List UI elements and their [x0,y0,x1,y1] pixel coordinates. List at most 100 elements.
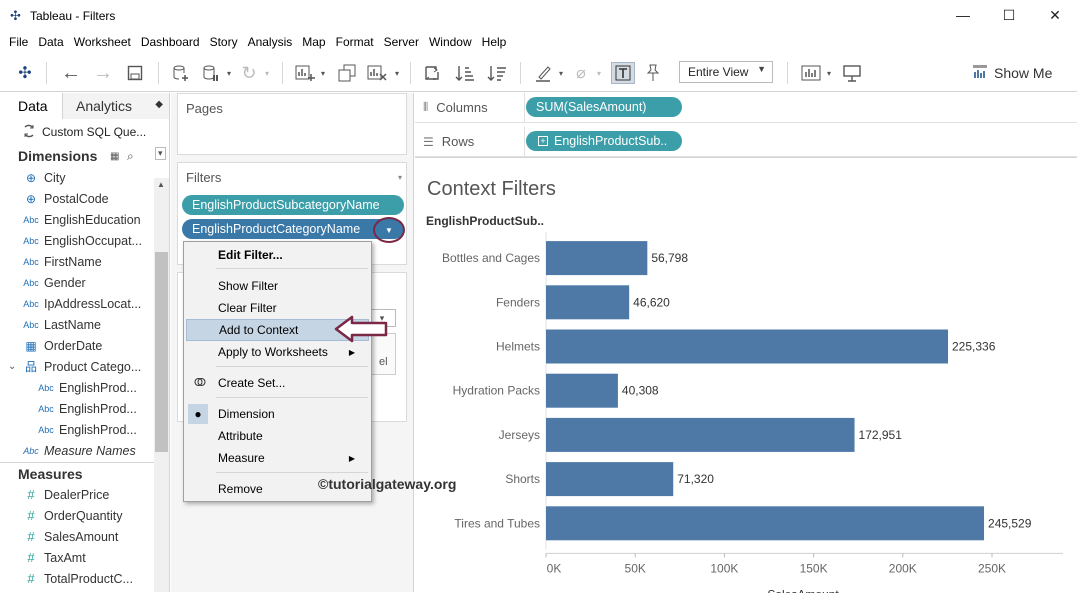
x-tick-label: 250K [978,561,1006,575]
menu-item-apply-to-worksheets[interactable]: Apply to Worksheets ▶ [186,341,369,363]
dimension-field[interactable]: Abc EnglishProd... [0,377,169,398]
new-worksheet-icon[interactable] [294,62,316,84]
globe-icon: ⊕ [25,170,37,185]
selected-bullet-icon: ● [188,404,208,424]
minimize-button[interactable]: — [940,0,986,30]
scroll-up-icon[interactable]: ▲ [157,180,165,189]
menu-analysis[interactable]: Analysis [243,35,298,49]
measure-field[interactable]: # DealerPrice [0,484,169,505]
toolbar: ✣ ← → ▾ ↻ ▾ ▾ ▾ ▾ ⌀ ▾ Entire View ▼ ▾ Sh… [0,54,1077,92]
dimension-field[interactable]: ▦ OrderDate [0,335,169,356]
menu-item-show-filter[interactable]: Show Filter [186,275,369,297]
highlight-pen-icon[interactable] [532,62,554,84]
search-icon[interactable]: ⌕ [127,149,134,164]
datasource-icon [22,124,36,141]
filter-pill-subcategory[interactable]: EnglishProductSubcategoryName [182,195,404,215]
save-icon[interactable] [124,62,146,84]
tab-analytics[interactable]: Analytics ◆ [63,93,169,119]
rows-shelf[interactable]: ☰ Rows [415,127,1077,157]
data-label: 40,308 [622,384,659,398]
bar-chart: Bottles and Cages 56,798 Fenders 46,620 Helm… [442,232,1063,593]
swap-rows-columns-icon[interactable] [422,62,444,84]
tab-data[interactable]: Data [0,93,63,119]
expand-plus-icon[interactable]: + [538,136,548,146]
menu-map[interactable]: Map [297,35,330,49]
dimension-field[interactable]: Abc IpAddressLocat... [0,293,169,314]
refresh-icon[interactable]: ↻ [238,62,260,84]
chevron-down-icon[interactable]: ▾ [155,147,166,160]
abc-icon: Abc [38,382,54,393]
pin-axes-icon[interactable] [641,62,663,84]
filter-pill-category[interactable]: EnglishProductCategoryName [182,219,404,239]
menu-item-attribute[interactable]: Attribute [186,425,369,447]
menu-dashboard[interactable]: Dashboard [136,35,205,49]
new-datasource-icon[interactable] [170,62,192,84]
show-me-button[interactable]: Show Me [972,62,1052,84]
columns-pill-sum-salesamount[interactable]: SUM(SalesAmount) [526,97,682,117]
menu-bar: File Data Worksheet Dashboard Story Anal… [0,32,1077,52]
rows-pill-subcategory[interactable]: + EnglishProductSub.. [526,131,682,151]
maximize-button[interactable]: ☐ [986,0,1032,30]
menu-item-measure[interactable]: Measure ▶ [186,447,369,469]
undo-icon[interactable]: ← [60,62,82,84]
clear-sheet-icon[interactable] [366,62,388,84]
chevron-down-icon[interactable]: ▾ [398,173,402,182]
dimension-field[interactable]: Abc EnglishProd... [0,398,169,419]
duplicate-sheet-icon[interactable] [336,62,358,84]
pages-card[interactable]: Pages [177,93,407,155]
fit-dropdown[interactable]: Entire View ▼ [679,61,773,83]
menu-data[interactable]: Data [33,35,68,49]
menu-story[interactable]: Story [205,35,243,49]
view-toggle-icon[interactable]: ▦ [110,151,119,162]
abc-icon: Abc [23,214,39,225]
redo-icon[interactable]: → [92,62,114,84]
sort-descending-icon[interactable] [486,62,508,84]
menu-window[interactable]: Window [424,35,477,49]
menu-item-create-set[interactable]: Create Set... [186,372,369,394]
x-tick-label: 50K [625,561,646,575]
chevron-down-icon[interactable]: ▾ [262,62,272,84]
dimension-field[interactable]: Abc EnglishEducation [0,209,169,230]
presentation-mode-icon[interactable] [841,62,863,84]
menu-file[interactable]: File [4,35,33,49]
measures-label: Measures [18,465,83,482]
menu-item-edit-filter[interactable]: Edit Filter... [186,244,369,266]
menu-help[interactable]: Help [477,35,512,49]
dimension-field[interactable]: Abc EnglishProd... [0,419,169,440]
show-cards-icon[interactable] [800,62,822,84]
dimension-field[interactable]: ⌄ 品 Product Catego... [0,356,169,377]
chevron-down-icon[interactable]: ▾ [392,62,402,84]
dimension-field[interactable]: Abc EnglishOccupat... [0,230,169,251]
chevron-down-icon[interactable]: ▾ [556,62,566,84]
data-pane-scrollbar[interactable]: ▲ [154,178,169,592]
sort-ascending-icon[interactable] [454,62,476,84]
dimension-field[interactable]: Abc FirstName [0,251,169,272]
menu-item-dimension[interactable]: ● Dimension [186,403,369,425]
columns-shelf[interactable]: ⦀ Columns [415,93,1077,123]
measure-field[interactable]: # OrderQuantity [0,505,169,526]
dimension-field[interactable]: ⊕ City [0,167,169,188]
collapse-chevron-icon[interactable]: ⌄ [8,361,18,372]
measure-field[interactable]: # SalesAmount [0,526,169,547]
chevron-down-icon[interactable]: ▾ [594,62,604,84]
menu-format[interactable]: Format [331,35,379,49]
scrollbar-thumb[interactable] [155,252,168,452]
tableau-home-icon[interactable]: ✣ [14,62,36,84]
group-members-icon[interactable]: ⌀ [570,62,592,84]
menu-server[interactable]: Server [379,35,424,49]
menu-worksheet[interactable]: Worksheet [69,35,136,49]
pause-datasource-icon[interactable] [200,62,222,84]
close-button[interactable]: ✕ [1032,0,1077,30]
datasource-item[interactable]: Custom SQL Que... [0,119,169,145]
category-label: Hydration Packs [453,384,540,398]
dimension-field[interactable]: ⊕ PostalCode [0,188,169,209]
measure-field[interactable]: # TaxAmt [0,547,169,568]
chevron-down-icon[interactable]: ▾ [224,62,234,84]
measure-field[interactable]: # TotalProductC... [0,568,169,589]
chevron-down-icon[interactable]: ▾ [318,62,328,84]
dimension-field[interactable]: Abc Measure Names [0,440,169,461]
chevron-down-icon[interactable]: ▾ [824,62,834,84]
show-mark-labels-icon[interactable] [611,62,635,84]
dimension-field[interactable]: Abc LastName [0,314,169,335]
dimension-field[interactable]: Abc Gender [0,272,169,293]
